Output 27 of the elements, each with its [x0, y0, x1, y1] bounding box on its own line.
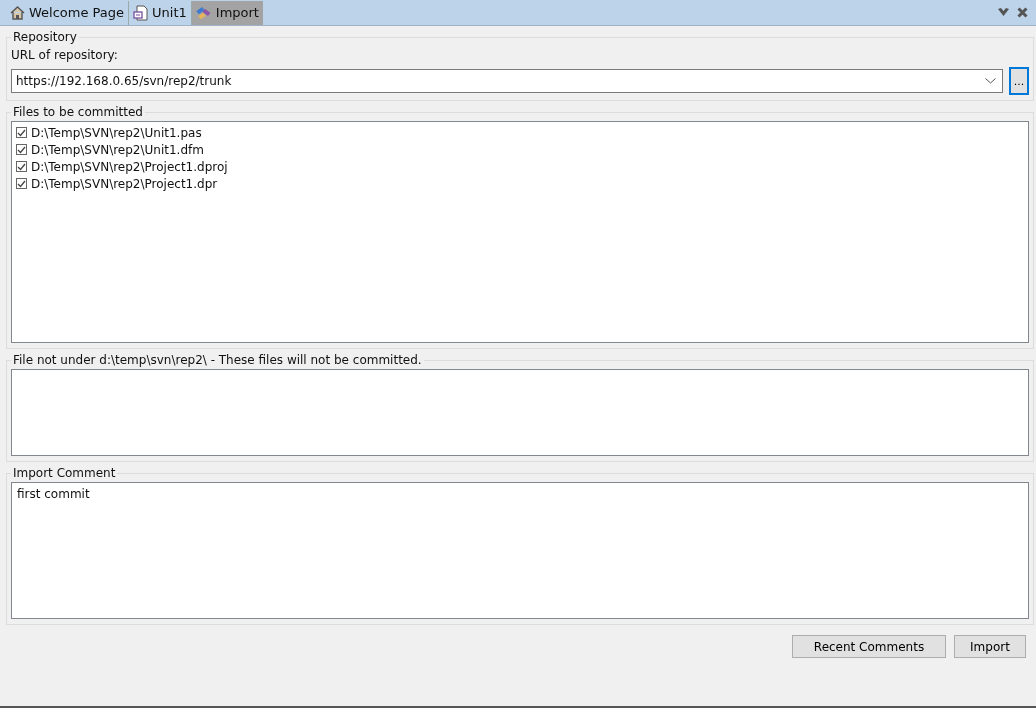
editor-tab[interactable]: Import — [191, 0, 263, 25]
file-path: D:\Temp\SVN\rep2\Unit1.dfm — [31, 142, 204, 157]
dropdown-icon[interactable] — [998, 8, 1009, 17]
file-path: D:\Temp\SVN\rep2\Unit1.pas — [31, 125, 202, 140]
url-combobox[interactable]: https://192.168.0.65/svn/rep2/trunk — [11, 69, 1003, 93]
file-path: D:\Temp\SVN\rep2\Project1.dproj — [31, 159, 228, 174]
editor-tab[interactable]: Unit1 — [129, 0, 192, 25]
checkbox[interactable] — [16, 144, 27, 155]
editor-tab[interactable]: Welcome Page — [6, 0, 130, 25]
group-title: Repository — [12, 30, 78, 44]
field-label: URL of repository: — [11, 48, 119, 62]
house-icon — [10, 5, 25, 20]
browse-button[interactable]: ... — [1009, 67, 1029, 95]
checkbox[interactable] — [16, 178, 27, 189]
group-title: Import Comment — [12, 466, 117, 480]
chevron-icon — [985, 78, 996, 84]
checkbox[interactable] — [16, 161, 27, 172]
document-icon — [133, 4, 149, 21]
checkbox[interactable] — [16, 127, 27, 138]
close-icon[interactable] — [1017, 7, 1028, 18]
dialog-button[interactable]: Recent Comments — [792, 635, 946, 658]
dialog-button[interactable]: Import — [954, 635, 1026, 658]
import-icon — [195, 5, 212, 20]
file-path: D:\Temp\SVN\rep2\Project1.dpr — [31, 176, 218, 191]
comment-field[interactable]: first commit — [11, 482, 1029, 619]
group-title: Files to be committed — [12, 105, 144, 119]
group-title: File not under d:\temp\svn\rep2\ - These files will not be committed. — [12, 353, 423, 367]
